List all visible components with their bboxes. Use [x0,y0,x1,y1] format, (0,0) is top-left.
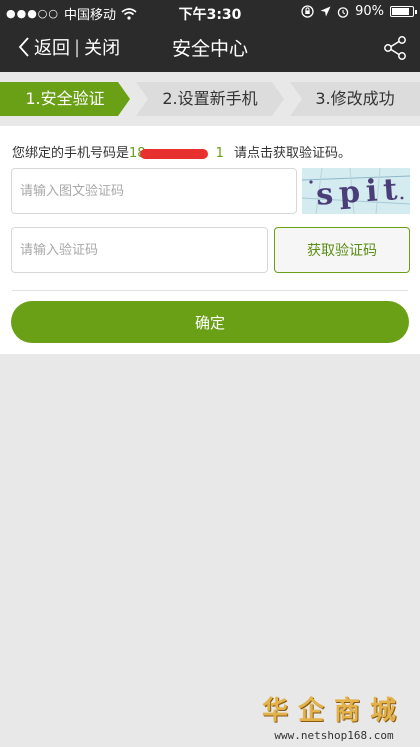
bind-suffix: 请点击获取验证码。 [233,146,351,161]
battery-fill [392,8,410,15]
status-right: 90% [301,4,417,19]
get-code-button[interactable]: 获取验证码 [274,227,410,273]
page-title: 安全中心 [171,38,248,60]
watermark-logo: 华企商城 www.netshop168.com [262,690,406,742]
phone-redaction-mark [139,148,208,159]
form-divider [12,290,408,291]
bind-prefix: 您绑定的手机号码是 [12,146,130,161]
rotation-lock-icon [301,5,314,18]
alarm-icon [337,6,349,18]
watermark-brand: 华企商城 [261,696,406,726]
watermark-url: www.netshop168.com [274,729,394,742]
bound-phone-tail: 1 [215,146,224,161]
battery-percent: 90% [355,4,384,19]
confirm-button[interactable]: 确定 [11,301,409,343]
captcha-image[interactable]: spit [302,168,410,214]
status-bar: ●●●○○ 中国移动 下午3:30 90% [0,0,420,24]
sms-code-input[interactable] [11,227,268,273]
step-modify-success: 3.修改成功 [290,82,420,116]
battery-icon [390,6,417,17]
share-icon[interactable] [382,35,408,61]
image-code-input[interactable] [11,168,297,214]
verification-form: 您绑定的手机号码是181 请点击获取验证码。 spit 获取验证码 确定 [0,126,420,354]
location-arrow-icon [320,6,331,17]
step-indicator: 1.安全验证 2.设置新手机 3.修改成功 [0,82,420,116]
nav-bar: 返回 | 关闭 安全中心 [0,24,420,72]
step-set-new-phone: 2.设置新手机 [136,82,284,116]
svg-text:spit: spit [315,172,404,213]
bound-phone-text: 您绑定的手机号码是18 1 请点击获取验证码。 [12,142,351,161]
step-security-verify: 1.安全验证 [0,82,130,116]
